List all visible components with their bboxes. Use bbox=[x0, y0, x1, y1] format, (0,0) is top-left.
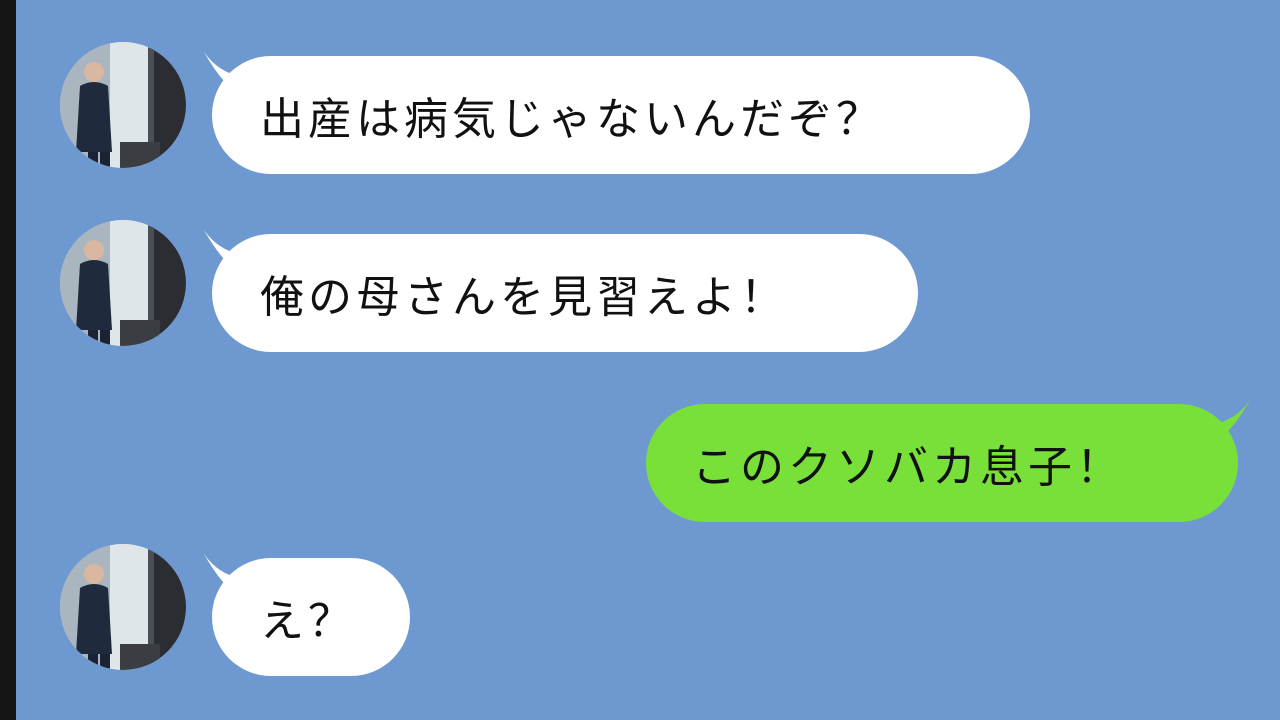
left-edge-frame bbox=[0, 0, 16, 720]
sender-avatar[interactable] bbox=[60, 220, 186, 346]
message-text: 俺の母さんを見習えよ！ bbox=[260, 272, 788, 323]
message-text: え？ bbox=[260, 596, 356, 647]
sender-avatar[interactable] bbox=[60, 42, 186, 168]
message-text: このクソバカ息子！ bbox=[692, 442, 1124, 493]
message-text: 出産は病気じゃないんだぞ？ bbox=[260, 94, 884, 145]
message-bubble-incoming[interactable]: 出産は病気じゃないんだぞ？ bbox=[212, 56, 1030, 174]
message-bubble-outgoing[interactable]: このクソバカ息子！ bbox=[646, 404, 1238, 522]
message-bubble-incoming[interactable]: え？ bbox=[212, 558, 410, 676]
message-bubble-incoming[interactable]: 俺の母さんを見習えよ！ bbox=[212, 234, 918, 352]
chat-area[interactable]: 出産は病気じゃないんだぞ？ 俺の母さんを見習えよ！ このクソバカ息子！ え？ bbox=[16, 0, 1280, 720]
sender-avatar[interactable] bbox=[60, 544, 186, 670]
